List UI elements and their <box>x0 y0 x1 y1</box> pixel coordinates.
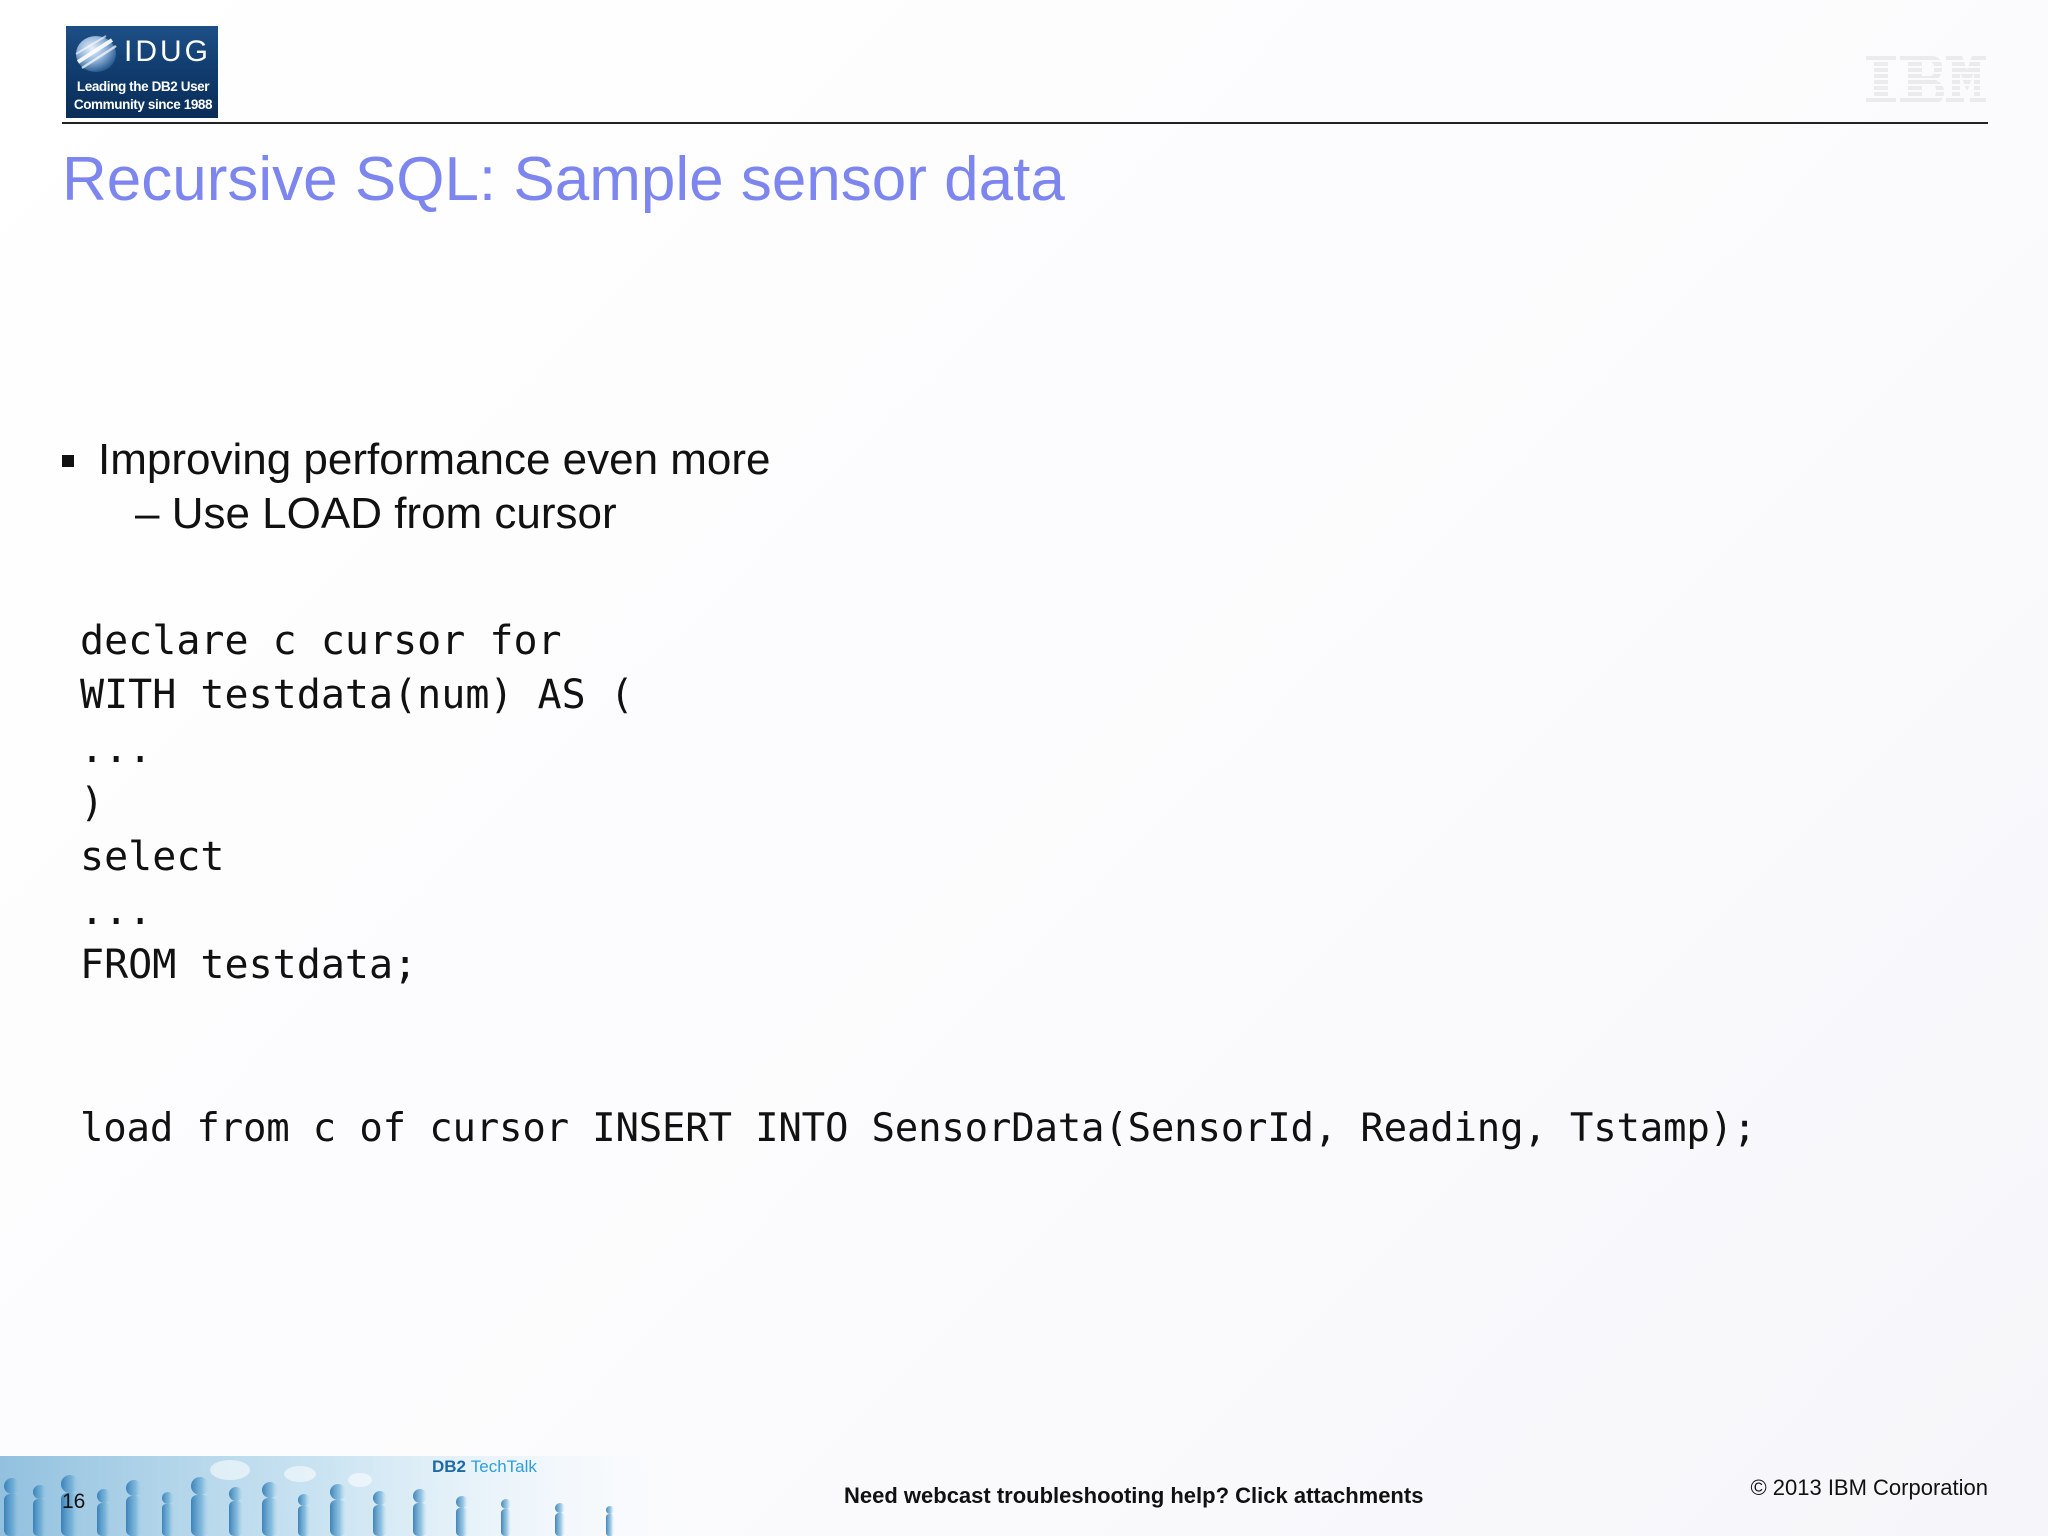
page-number: 16 <box>62 1490 86 1513</box>
idug-tagline-line2: Community since 1988 <box>73 97 213 112</box>
idug-logo: IDUG Leading the DB2 User Community sinc… <box>66 26 218 118</box>
footer-crowd-banner <box>0 1456 720 1536</box>
code-line: ... <box>80 888 153 934</box>
idug-tagline-line1: Leading the DB2 User <box>76 79 210 94</box>
db2-label: DB2 <box>432 1457 467 1476</box>
bullet-item: Improving performance even more <box>62 432 771 488</box>
header-divider <box>62 122 1988 124</box>
code-line: declare c cursor for <box>80 618 562 664</box>
code-line: ) <box>80 780 105 826</box>
code-line: ... <box>80 726 153 772</box>
globe-icon <box>75 35 117 72</box>
slide-background <box>0 0 2048 1536</box>
load-statement: load from c of cursor INSERT INTO Sensor… <box>80 1106 1757 1151</box>
code-line: WITH testdata(num) AS ( <box>80 672 634 718</box>
ibm-logo <box>1866 56 1986 104</box>
bullet-text: Improving performance even more <box>98 435 771 484</box>
idug-tagline: Leading the DB2 User Community since 198… <box>69 78 217 114</box>
db2-techtalk-logo: DB2 TechTalk <box>432 1456 537 1478</box>
code-line: FROM testdata; <box>80 942 418 988</box>
troubleshooting-help-link[interactable]: Need webcast troubleshooting help? Click… <box>844 1482 1423 1510</box>
sub-bullet-item: – Use LOAD from cursor <box>135 489 617 538</box>
idug-wordmark: IDUG <box>124 35 211 68</box>
slide-title: Recursive SQL: Sample sensor data <box>62 145 1065 214</box>
techtalk-label: TechTalk <box>470 1457 537 1476</box>
square-bullet-icon <box>62 455 74 467</box>
code-line: select <box>80 834 225 880</box>
copyright-notice: © 2013 IBM Corporation <box>1750 1475 1988 1500</box>
